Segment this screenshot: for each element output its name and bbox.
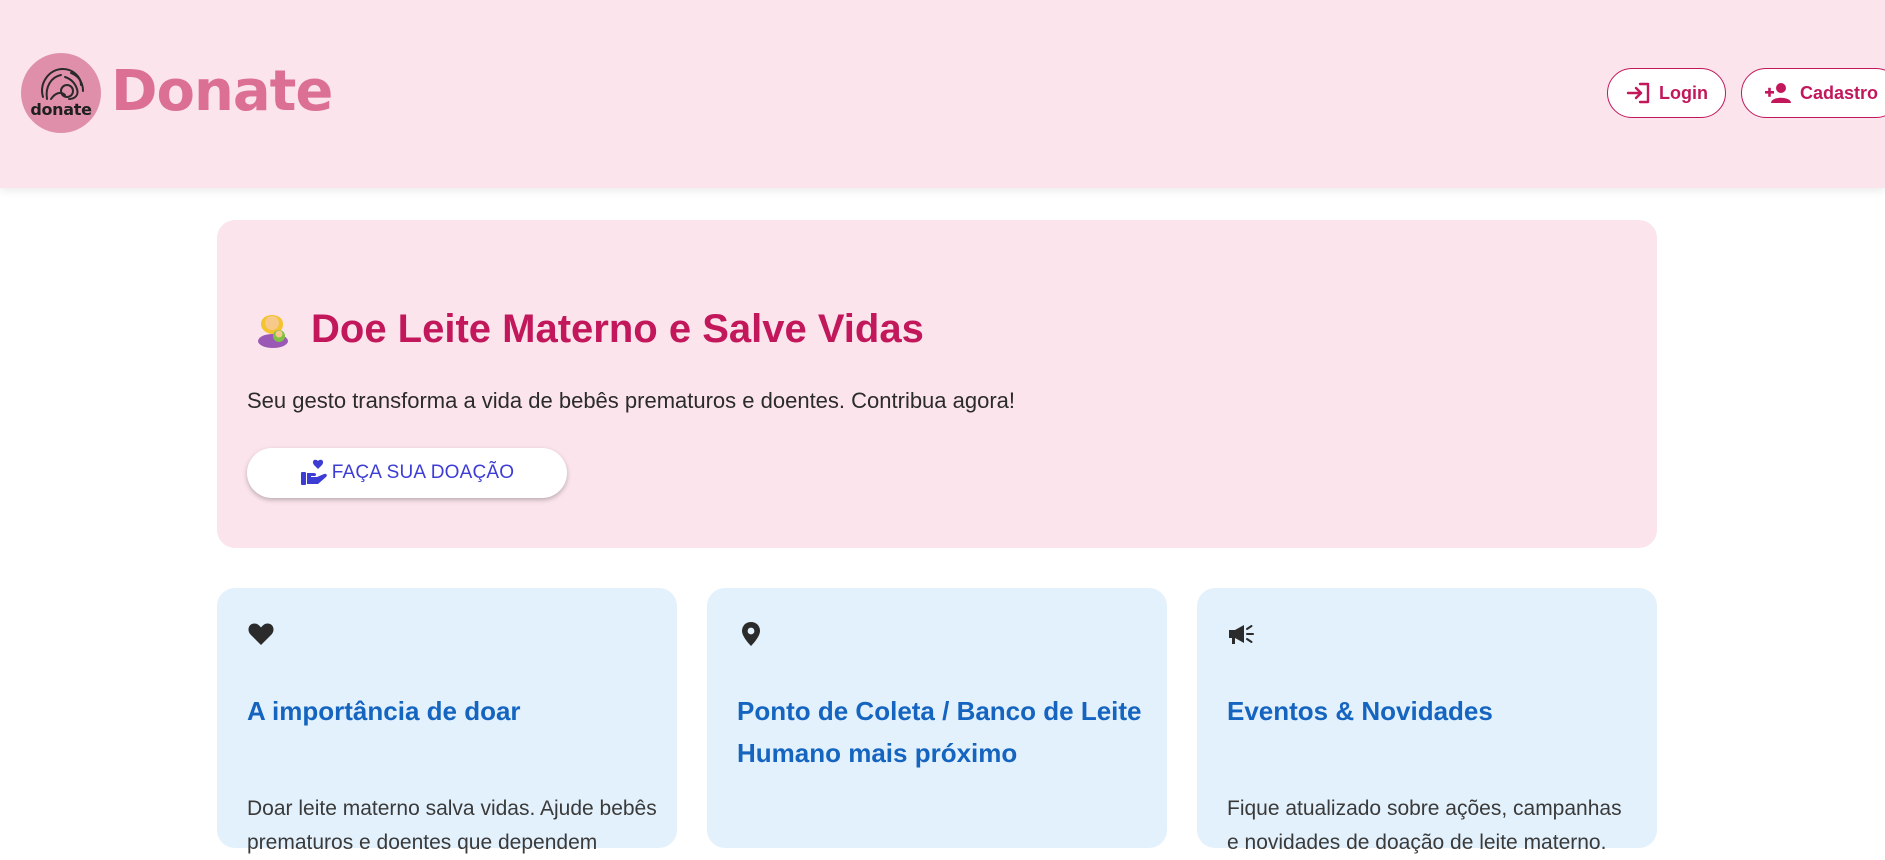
logo[interactable]: donate <box>21 53 101 133</box>
card-title: A importância de doar <box>247 696 521 726</box>
mother-baby-icon <box>41 67 84 100</box>
donate-button-label: FAÇA SUA DOAÇÃO <box>331 462 515 483</box>
brand-name[interactable]: Donate <box>111 54 333 130</box>
hero-banner: Doe Leite Materno e Salve Vidas Seu gest… <box>217 220 1657 548</box>
card-events: Eventos & Novidades Fique atualizado sob… <box>1197 588 1657 854</box>
card-importance: A importância de doar Doar leite materno… <box>217 588 677 854</box>
top-header: donate Donate Login Cadastro <box>0 0 1885 188</box>
login-button[interactable]: Login <box>1607 68 1726 118</box>
login-icon <box>1626 82 1650 104</box>
login-label: Login <box>1659 82 1708 103</box>
card-collection-point: Ponto de Coleta / Banco de Leite Humano … <box>707 588 1167 848</box>
megaphone-icon <box>1229 625 1254 644</box>
hand-heart-icon <box>300 459 327 485</box>
location-pin-icon <box>742 622 760 646</box>
woman-feeding-baby-icon <box>258 315 288 348</box>
heart-icon <box>248 623 274 645</box>
person-add-icon <box>1764 83 1791 103</box>
logo-text: donate <box>30 100 92 119</box>
hero-title: Doe Leite Materno e Salve Vidas <box>311 307 924 351</box>
cadastro-button[interactable]: Cadastro <box>1741 68 1885 118</box>
card-text: Fique atualizado sobre ações, campanhas … <box>1227 797 1622 854</box>
card-title: Eventos & Novidades <box>1227 696 1493 726</box>
card-title: Ponto de Coleta / Banco de Leite Humano … <box>737 696 1142 768</box>
donate-button[interactable]: FAÇA SUA DOAÇÃO <box>247 448 567 498</box>
card-text: Doar leite materno salva vidas. Ajude be… <box>247 797 657 854</box>
hero-subtitle: Seu gesto transforma a vida de bebês pre… <box>247 388 1016 413</box>
cadastro-label: Cadastro <box>1799 82 1879 103</box>
